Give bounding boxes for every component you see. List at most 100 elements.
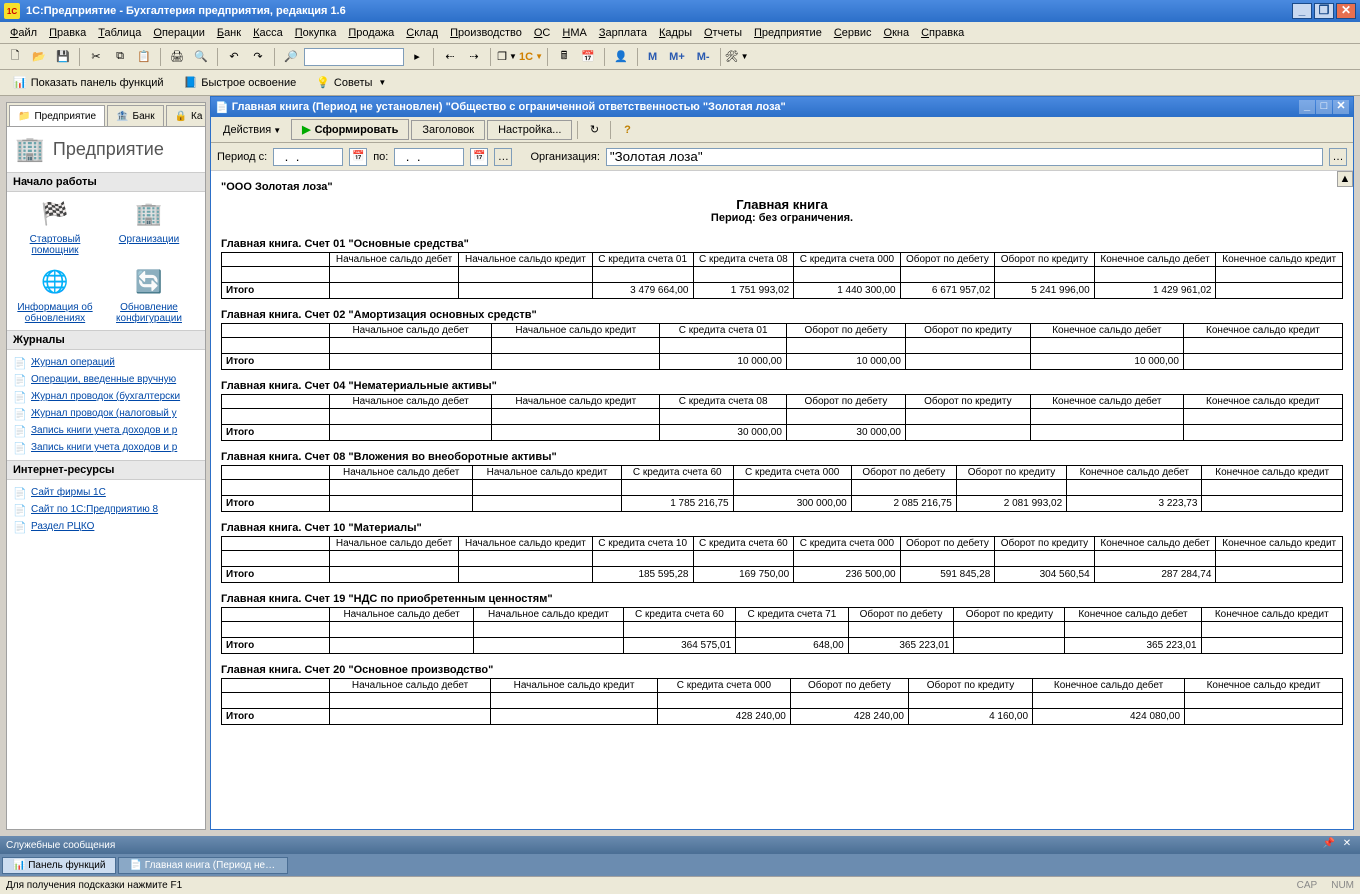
paste-icon[interactable]: 📋 <box>133 46 155 68</box>
inet-link-0[interactable]: Сайт фирмы 1С <box>13 484 199 501</box>
user-icon[interactable]: 👤 <box>610 46 632 68</box>
help-icon[interactable]: ? <box>616 119 638 141</box>
show-panel-button[interactable]: 📊 Показать панель функций <box>4 73 173 92</box>
journal-link-3[interactable]: Журнал проводок (налоговый у <box>13 405 199 422</box>
menu-item-14[interactable]: Отчеты <box>698 24 748 42</box>
maximize-button[interactable]: ❐ <box>1314 3 1334 19</box>
redo-icon[interactable]: ↷ <box>247 46 269 68</box>
menu-item-17[interactable]: Окна <box>878 24 916 42</box>
calendar-from-icon[interactable]: 📅 <box>349 148 367 166</box>
menu-item-3[interactable]: Операции <box>147 24 210 42</box>
tab-enterprise[interactable]: 📁 Предприятие <box>9 105 105 126</box>
save-icon[interactable]: 💾 <box>52 46 74 68</box>
section-title-6: Главная книга. Счет 20 "Основное произво… <box>221 664 1343 676</box>
help-1c-icon[interactable]: 1С▼ <box>520 46 542 68</box>
start-item-link[interactable]: Обновление конфигурации <box>116 302 182 324</box>
sub-maximize-button[interactable]: □ <box>1316 100 1332 114</box>
menu-item-13[interactable]: Кадры <box>653 24 698 42</box>
menu-item-10[interactable]: ОС <box>528 24 557 42</box>
quick-learn-button[interactable]: 📘 Быстрое освоение <box>175 73 306 92</box>
start-item-link[interactable]: Организации <box>119 234 179 245</box>
table-cell: 169 750,00 <box>693 567 794 583</box>
m-button[interactable]: М <box>643 46 662 68</box>
table-cell <box>459 283 593 299</box>
scroll-up-icon[interactable]: ▲ <box>1337 171 1353 187</box>
menu-item-1[interactable]: Правка <box>43 24 92 42</box>
period-to-input[interactable] <box>394 148 464 166</box>
report-heading: Главная книга <box>221 197 1343 212</box>
journal-link-0[interactable]: Журнал операций <box>13 354 199 371</box>
org-input[interactable] <box>606 148 1323 166</box>
journal-link-5[interactable]: Запись книги учета доходов и р <box>13 439 199 456</box>
report-subheading: Период: без ограничения. <box>221 212 1343 224</box>
find-prev-icon[interactable]: ⇠ <box>439 46 461 68</box>
table-cell: 648,00 <box>736 638 849 654</box>
task-panel[interactable]: 📊 Панель функций <box>2 857 116 874</box>
period-from-input[interactable] <box>273 148 343 166</box>
tab-more[interactable]: 🔒 Ка <box>166 105 206 126</box>
menu-item-16[interactable]: Сервис <box>828 24 878 42</box>
start-item-link[interactable]: Информация об обновлениях <box>17 302 92 324</box>
cut-icon[interactable]: ✂ <box>85 46 107 68</box>
journal-link-4[interactable]: Запись книги учета доходов и р <box>13 422 199 439</box>
table-cell: 10 000,00 <box>660 354 787 370</box>
period-to-label: по: <box>373 151 388 163</box>
journal-link-2[interactable]: Журнал проводок (бухгалтерски <box>13 388 199 405</box>
copy-icon[interactable]: ⧉ <box>109 46 131 68</box>
sub-minimize-button[interactable]: _ <box>1299 100 1315 114</box>
menu-item-8[interactable]: Склад <box>400 24 444 42</box>
search-go-icon[interactable]: ▸ <box>406 46 428 68</box>
table-header: Конечное сальдо дебет <box>1094 537 1216 551</box>
menu-item-18[interactable]: Справка <box>915 24 970 42</box>
table-cell <box>905 425 1030 441</box>
actions-button[interactable]: Действия▼ <box>215 121 289 139</box>
close-button[interactable]: ✕ <box>1336 3 1356 19</box>
find-next-icon[interactable]: ⇢ <box>463 46 485 68</box>
mminus-button[interactable]: М- <box>692 46 715 68</box>
menu-item-6[interactable]: Покупка <box>289 24 343 42</box>
calc-icon[interactable]: 🖩 <box>553 46 575 68</box>
menu-item-4[interactable]: Банк <box>211 24 247 42</box>
menu-item-2[interactable]: Таблица <box>92 24 147 42</box>
find-icon[interactable]: 🔎 <box>280 46 302 68</box>
start-item-link[interactable]: Стартовый помощник <box>30 234 81 256</box>
inet-link-1[interactable]: Сайт по 1С:Предприятию 8 <box>13 501 199 518</box>
open-icon[interactable]: 📂 <box>28 46 50 68</box>
menu-item-11[interactable]: НМА <box>556 24 592 42</box>
sub-close-button[interactable]: ✕ <box>1333 100 1349 114</box>
period-picker-button[interactable]: … <box>494 148 512 166</box>
tips-button[interactable]: 💡 Советы▼ <box>307 73 395 92</box>
journal-link-1[interactable]: Операции, введенные вручную <box>13 371 199 388</box>
org-picker-button[interactable]: … <box>1329 148 1347 166</box>
menu-item-15[interactable]: Предприятие <box>748 24 828 42</box>
menu-item-5[interactable]: Касса <box>247 24 289 42</box>
new-doc-icon[interactable]: 🗋 <box>4 46 26 68</box>
menu-item-0[interactable]: Файл <box>4 24 43 42</box>
search-input[interactable] <box>304 48 404 66</box>
header-button[interactable]: Заголовок <box>411 120 485 140</box>
mplus-button[interactable]: М+ <box>664 46 690 68</box>
task-report[interactable]: 📄 Главная книга (Период не у... <box>118 857 288 874</box>
windows-icon[interactable]: ❐▼ <box>496 46 518 68</box>
calendar-to-icon[interactable]: 📅 <box>470 148 488 166</box>
print-icon[interactable]: 🖨 <box>166 46 188 68</box>
menu-item-12[interactable]: Зарплата <box>593 24 653 42</box>
restore-icon[interactable]: ↻ <box>583 119 605 141</box>
inet-link-2[interactable]: Раздел РЦКО <box>13 518 199 535</box>
report-body[interactable]: ▲ "ООО Золотая лоза" Главная книга Перио… <box>211 171 1353 829</box>
preview-icon[interactable]: 🔍 <box>190 46 212 68</box>
settings-button[interactable]: Настройка... <box>487 120 572 140</box>
menu-item-9[interactable]: Производство <box>444 24 528 42</box>
undo-icon[interactable]: ↶ <box>223 46 245 68</box>
table-cell <box>330 709 491 725</box>
table-cell <box>474 638 623 654</box>
calendar-icon[interactable]: 📅 <box>577 46 599 68</box>
tab-bank[interactable]: 🏦 Банк <box>107 105 163 126</box>
form-button[interactable]: ▶ Сформировать <box>291 119 409 140</box>
table-cell <box>330 496 473 512</box>
messages-pin-icon[interactable]: 📌 <box>1322 838 1336 852</box>
minimize-button[interactable]: _ <box>1292 3 1312 19</box>
messages-close-icon[interactable]: ✕ <box>1340 838 1354 852</box>
tools-icon[interactable]: 🛠▼ <box>726 46 748 68</box>
menu-item-7[interactable]: Продажа <box>342 24 400 42</box>
